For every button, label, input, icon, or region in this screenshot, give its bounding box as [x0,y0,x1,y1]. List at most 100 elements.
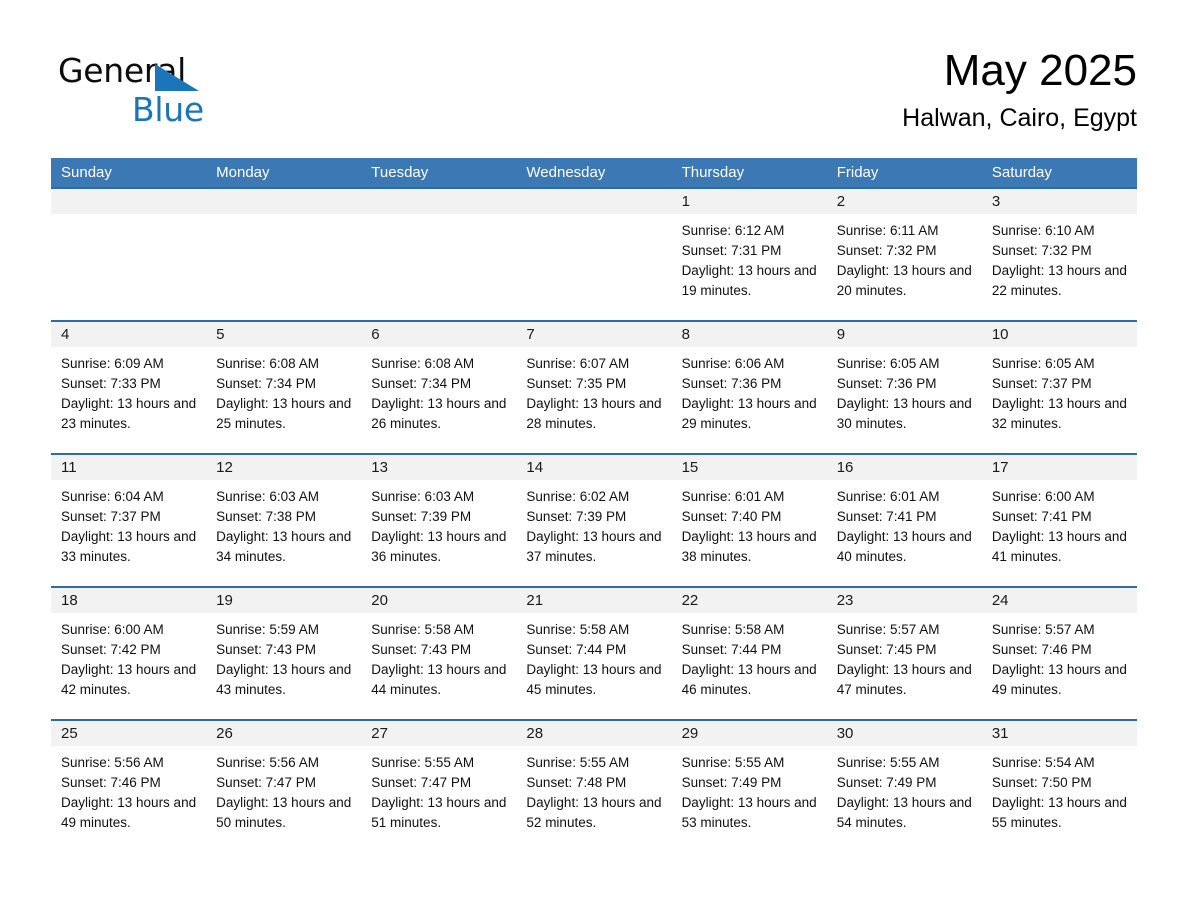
day-cell[interactable]: 4 Sunrise: 6:09 AM Sunset: 7:33 PM Dayli… [51,322,207,453]
day-info: Sunrise: 5:55 AM Sunset: 7:49 PM Dayligh… [827,746,982,833]
day-info: Sunrise: 6:02 AM Sunset: 7:39 PM Dayligh… [516,480,671,567]
daylight-text: Daylight: 13 hours and 36 minutes. [371,529,507,564]
sunset-text: Sunset: 7:34 PM [371,376,472,391]
day-number: 6 [371,326,380,343]
day-number-band: 9 [826,322,982,347]
day-number: 12 [216,459,233,476]
day-number: 3 [991,193,1001,210]
day-number: 5 [216,326,225,343]
sunset-text: Sunset: 7:43 PM [371,642,472,657]
daylight-text: Daylight: 13 hours and 30 minutes. [836,396,972,431]
day-number-band: 1 [671,189,827,214]
sunset-text: Sunset: 7:49 PM [681,775,782,790]
day-number-band: 23 [826,588,982,613]
daylight-text: Daylight: 13 hours and 29 minutes. [681,396,817,431]
general-blue-logo[interactable]: General Blue [58,51,358,137]
day-number: 19 [216,592,233,609]
calendar-page: General Blue May 2025 Halwan, Cairo, Egy… [0,0,1188,918]
day-number: 2 [836,193,846,210]
day-cell[interactable]: 3 Sunrise: 6:10 AM Sunset: 7:32 PM Dayli… [981,189,1137,320]
day-number-band: 16 [826,455,982,480]
sunrise-text: Sunrise: 6:05 AM [836,356,940,371]
day-cell[interactable]: 7 Sunrise: 6:07 AM Sunset: 7:35 PM Dayli… [516,322,672,453]
day-number-band: 25 [51,721,207,746]
day-cell[interactable]: 31 Sunrise: 5:54 AM Sunset: 7:50 PM Dayl… [981,721,1137,852]
day-info: Sunrise: 6:00 AM Sunset: 7:41 PM Dayligh… [982,480,1137,567]
day-cell[interactable]: 28 Sunrise: 5:55 AM Sunset: 7:48 PM Dayl… [516,721,672,852]
sunrise-text: Sunrise: 6:10 AM [991,223,1095,238]
sunset-text: Sunset: 7:40 PM [681,509,782,524]
day-cell[interactable]: 5 Sunrise: 6:08 AM Sunset: 7:34 PM Dayli… [206,322,362,453]
day-cell[interactable]: 27 Sunrise: 5:55 AM Sunset: 7:47 PM Dayl… [361,721,517,852]
day-cell[interactable]: 14 Sunrise: 6:02 AM Sunset: 7:39 PM Dayl… [516,455,672,586]
day-number: 20 [371,592,388,609]
sunset-text: Sunset: 7:45 PM [836,642,937,657]
daylight-text: Daylight: 13 hours and 40 minutes. [836,529,972,564]
dow-sunday: Sunday [61,164,112,181]
day-cell[interactable]: 8 Sunrise: 6:06 AM Sunset: 7:36 PM Dayli… [671,322,827,453]
sunrise-text: Sunrise: 5:57 AM [836,622,940,637]
week-row: 4 Sunrise: 6:09 AM Sunset: 7:33 PM Dayli… [51,320,1137,453]
day-cell [206,189,362,320]
sunset-text: Sunset: 7:48 PM [526,775,627,790]
sunset-text: Sunset: 7:36 PM [681,376,782,391]
daylight-text: Daylight: 13 hours and 19 minutes. [681,263,817,298]
day-number-band: 3 [981,189,1137,214]
day-cell[interactable]: 9 Sunrise: 6:05 AM Sunset: 7:36 PM Dayli… [826,322,982,453]
day-cell[interactable]: 10 Sunrise: 6:05 AM Sunset: 7:37 PM Dayl… [981,322,1137,453]
day-cell[interactable]: 22 Sunrise: 5:58 AM Sunset: 7:44 PM Dayl… [671,588,827,719]
day-number: 7 [526,326,535,343]
sunset-text: Sunset: 7:35 PM [526,376,627,391]
day-cell[interactable]: 6 Sunrise: 6:08 AM Sunset: 7:34 PM Dayli… [361,322,517,453]
sunrise-text: Sunrise: 5:57 AM [991,622,1095,637]
day-number-band [51,189,207,214]
sunrise-text: Sunrise: 5:58 AM [681,622,785,637]
day-cell[interactable]: 26 Sunrise: 5:56 AM Sunset: 7:47 PM Dayl… [206,721,362,852]
dow-thursday: Thursday [681,164,745,181]
daylight-text: Daylight: 13 hours and 26 minutes. [371,396,507,431]
week-row: 1 Sunrise: 6:12 AM Sunset: 7:31 PM Dayli… [51,187,1137,320]
day-cell[interactable]: 17 Sunrise: 6:00 AM Sunset: 7:41 PM Dayl… [981,455,1137,586]
day-cell[interactable]: 15 Sunrise: 6:01 AM Sunset: 7:40 PM Dayl… [671,455,827,586]
day-info: Sunrise: 5:54 AM Sunset: 7:50 PM Dayligh… [982,746,1137,833]
day-cell[interactable]: 13 Sunrise: 6:03 AM Sunset: 7:39 PM Dayl… [361,455,517,586]
sunset-text: Sunset: 7:38 PM [216,509,316,524]
day-cell[interactable]: 11 Sunrise: 6:04 AM Sunset: 7:37 PM Dayl… [51,455,207,586]
dow-friday: Friday [836,164,879,181]
day-cell[interactable]: 23 Sunrise: 5:57 AM Sunset: 7:45 PM Dayl… [826,588,982,719]
day-number: 28 [526,725,544,742]
day-cell[interactable]: 1 Sunrise: 6:12 AM Sunset: 7:31 PM Dayli… [671,189,827,320]
daylight-text: Daylight: 13 hours and 41 minutes. [991,529,1127,564]
day-number: 25 [61,725,78,742]
day-number: 13 [371,459,388,476]
day-cell[interactable]: 24 Sunrise: 5:57 AM Sunset: 7:46 PM Dayl… [981,588,1137,719]
day-info: Sunrise: 5:55 AM Sunset: 7:49 PM Dayligh… [672,746,827,833]
day-cell[interactable]: 30 Sunrise: 5:55 AM Sunset: 7:49 PM Dayl… [826,721,982,852]
day-cell[interactable]: 19 Sunrise: 5:59 AM Sunset: 7:43 PM Dayl… [206,588,362,719]
day-cell[interactable]: 12 Sunrise: 6:03 AM Sunset: 7:38 PM Dayl… [206,455,362,586]
day-cell[interactable]: 18 Sunrise: 6:00 AM Sunset: 7:42 PM Dayl… [51,588,207,719]
day-cell[interactable]: 20 Sunrise: 5:58 AM Sunset: 7:43 PM Dayl… [361,588,517,719]
day-cell[interactable]: 25 Sunrise: 5:56 AM Sunset: 7:46 PM Dayl… [51,721,207,852]
dow-saturday: Saturday [991,164,1052,181]
page-header: General Blue May 2025 Halwan, Cairo, Egy… [51,44,1137,148]
day-number-band: 2 [826,189,982,214]
day-info: Sunrise: 6:04 AM Sunset: 7:37 PM Dayligh… [51,480,206,567]
day-info: Sunrise: 6:03 AM Sunset: 7:38 PM Dayligh… [206,480,361,567]
sunrise-text: Sunrise: 6:09 AM [61,356,164,371]
day-cell[interactable]: 29 Sunrise: 5:55 AM Sunset: 7:49 PM Dayl… [671,721,827,852]
sunrise-text: Sunrise: 5:54 AM [991,755,1095,770]
day-number-band: 5 [206,322,362,347]
day-number-band: 7 [516,322,672,347]
day-cell [51,189,207,320]
day-cell[interactable]: 16 Sunrise: 6:01 AM Sunset: 7:41 PM Dayl… [826,455,982,586]
dow-tuesday: Tuesday [371,164,429,181]
daylight-text: Daylight: 13 hours and 33 minutes. [61,529,197,564]
sunrise-text: Sunrise: 5:56 AM [216,755,319,770]
daylight-text: Daylight: 13 hours and 44 minutes. [371,662,507,697]
day-cell[interactable]: 2 Sunrise: 6:11 AM Sunset: 7:32 PM Dayli… [826,189,982,320]
day-number-band: 11 [51,455,207,480]
page-title: May 2025 [943,46,1137,95]
sunset-text: Sunset: 7:41 PM [836,509,937,524]
day-cell[interactable]: 21 Sunrise: 5:58 AM Sunset: 7:44 PM Dayl… [516,588,672,719]
